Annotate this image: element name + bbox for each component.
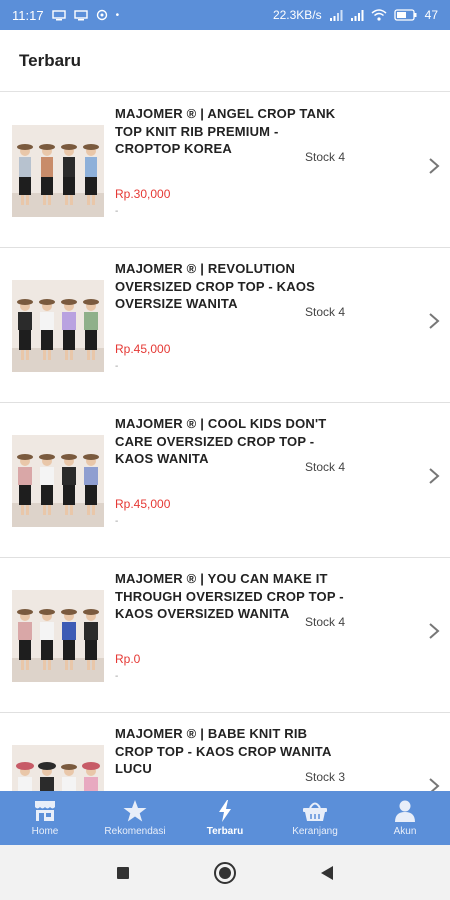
status-time: 11:17 <box>12 7 44 23</box>
product-item[interactable]: MAJOMER ® | BABE KNIT RIB CROP TOP - KAO… <box>0 713 450 791</box>
product-item[interactable]: MAJOMER ® | YOU CAN MAKE IT THROUGH OVER… <box>0 558 450 713</box>
nav-label: Akun <box>393 826 417 837</box>
product-stock: Stock 4 <box>305 305 346 319</box>
product-stock: Stock 3 <box>305 770 346 784</box>
product-stock: Stock 4 <box>305 150 346 164</box>
product-list[interactable]: MAJOMER ® | ANGEL CROP TANK TOP KNIT RIB… <box>0 93 450 791</box>
square-icon <box>117 866 129 879</box>
product-subtext: - <box>115 361 119 372</box>
signal-icon <box>329 9 343 21</box>
battery-icon <box>393 9 417 21</box>
product-image <box>12 745 104 791</box>
back-triangle-icon <box>321 865 333 880</box>
monitor-icon <box>73 9 88 20</box>
home-button[interactable] <box>210 858 240 888</box>
chevron-right-icon[interactable] <box>426 312 442 330</box>
sync-icon <box>96 9 107 21</box>
nav-rekomendasi[interactable]: Rekomendasi <box>90 791 180 845</box>
nav-keranjang[interactable]: Keranjang <box>270 791 360 845</box>
nav-label: Terbaru <box>206 826 244 837</box>
product-stock: Stock 4 <box>305 460 346 474</box>
system-navigation-bar <box>0 845 450 900</box>
nav-terbaru[interactable]: Terbaru <box>180 791 270 845</box>
chevron-right-icon[interactable] <box>426 157 442 175</box>
circle-icon <box>214 861 236 884</box>
star-icon <box>123 800 147 822</box>
user-icon <box>395 800 415 822</box>
status-bar: 11:17 • 22.3KB/s 47 <box>0 0 450 30</box>
nav-label: Rekomendasi <box>104 826 166 837</box>
recents-button[interactable] <box>108 858 138 888</box>
product-price: Rp.0 <box>115 652 141 666</box>
product-image <box>12 125 104 217</box>
product-subtext: - <box>115 206 119 217</box>
nav-akun[interactable]: Akun <box>360 791 450 845</box>
product-subtext: - <box>115 516 119 527</box>
nav-label: Keranjang <box>292 826 338 837</box>
product-subtext: - <box>115 671 119 682</box>
store-icon <box>35 801 55 821</box>
product-item[interactable]: MAJOMER ® | COOL KIDS DON'T CARE OVERSIZ… <box>0 403 450 558</box>
chevron-right-icon[interactable] <box>426 777 442 791</box>
product-image <box>12 435 104 527</box>
product-stock: Stock 4 <box>305 615 346 629</box>
product-price: Rp.45,000 <box>115 497 171 511</box>
back-button[interactable] <box>312 858 342 888</box>
product-item[interactable]: MAJOMER ® | ANGEL CROP TANK TOP KNIT RIB… <box>0 93 450 248</box>
monitor-icon <box>51 9 66 20</box>
chevron-right-icon[interactable] <box>426 622 442 640</box>
chevron-right-icon[interactable] <box>426 467 442 485</box>
basket-icon <box>303 802 327 821</box>
app-bar: Terbaru <box>0 30 450 92</box>
wifi-icon <box>371 9 387 21</box>
product-price: Rp.30,000 <box>115 187 171 201</box>
nav-label: Home <box>31 826 59 837</box>
product-image <box>12 590 104 682</box>
page-title: Terbaru <box>19 50 82 70</box>
product-price: Rp.45,000 <box>115 342 171 356</box>
battery-level: 47 <box>424 8 438 22</box>
product-item[interactable]: MAJOMER ® | REVOLUTION OVERSIZED CROP TO… <box>0 248 450 403</box>
signal-icon <box>350 9 364 21</box>
dot-icon: • <box>115 9 120 21</box>
product-image <box>12 280 104 372</box>
lightning-icon <box>219 800 231 822</box>
bottom-navigation: Home Rekomendasi Terbaru Keranjang Akun <box>0 791 450 845</box>
nav-home[interactable]: Home <box>0 791 90 845</box>
network-speed: 22.3KB/s <box>272 8 322 22</box>
